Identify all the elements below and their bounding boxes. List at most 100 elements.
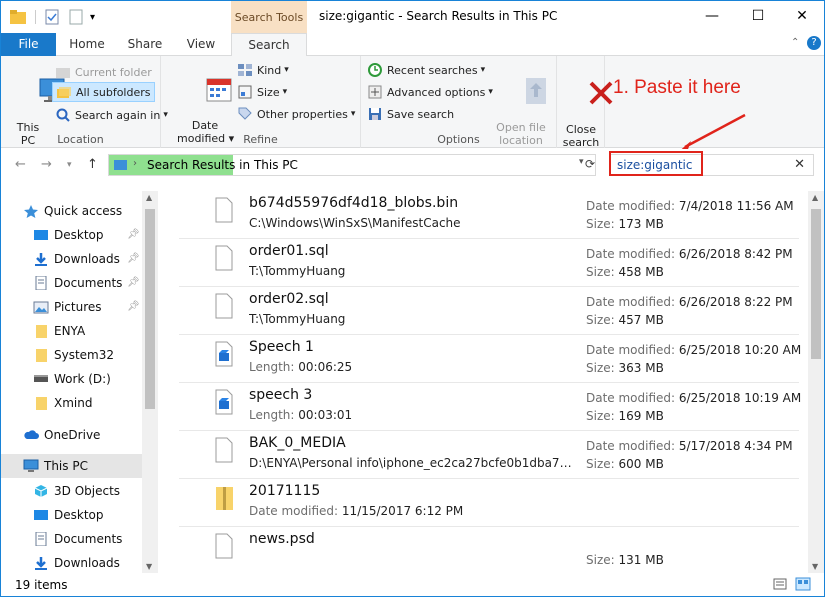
file-size: Size: 457 MB	[586, 313, 664, 327]
save-icon	[369, 108, 381, 120]
location-group-label: Location	[57, 133, 104, 146]
large-icons-view-icon[interactable]	[795, 577, 811, 591]
results-scroll-thumb[interactable]	[811, 209, 821, 359]
sidebar-scroll-thumb[interactable]	[145, 209, 155, 409]
new-folder-icon[interactable]	[68, 9, 84, 25]
pin-icon[interactable]: 📌︎	[127, 301, 140, 312]
pin-icon[interactable]: 📌︎	[127, 253, 140, 264]
chevron-down-icon: ▾	[282, 87, 288, 97]
details-view-icon[interactable]	[773, 578, 787, 590]
list-item[interactable]: Speech 1 Length: 00:06:25 Date modified:…	[179, 335, 801, 383]
scroll-down-icon[interactable]: ▼	[146, 562, 152, 571]
file-location: T:\TommyHuang	[249, 264, 346, 278]
scroll-up-icon[interactable]: ▲	[812, 193, 818, 202]
clear-search-icon[interactable]: ✕	[794, 157, 805, 172]
search-again-button[interactable]: Search again in ▾	[55, 107, 168, 123]
all-subfolders-button[interactable]: All subfolders	[52, 82, 156, 102]
minimize-button[interactable]: —	[689, 1, 735, 33]
list-item[interactable]: news.psd Size: 131 MB	[179, 527, 799, 573]
tab-search[interactable]: Search	[231, 33, 307, 57]
help-icon[interactable]: ?	[807, 36, 821, 50]
back-button[interactable]: ←	[15, 157, 26, 172]
zip-folder-icon	[216, 487, 233, 510]
explorer-window: ▾ Search Tools size:gigantic - Search Re…	[0, 0, 825, 597]
list-item[interactable]: BAK_0_MEDIA D:\ENYA\Personal info\iphone…	[179, 431, 799, 479]
kind-icon	[238, 64, 252, 76]
ribbon-collapse-icon[interactable]: ⌃	[791, 37, 799, 48]
recent-searches-button[interactable]: Recent searches ▾	[367, 62, 485, 78]
download-icon	[33, 556, 49, 570]
sidebar-item-label: Work (D:)	[54, 372, 111, 386]
sidebar-item-label: ENYA	[54, 324, 86, 338]
sidebar-item-label: Desktop	[54, 508, 104, 522]
breadcrumb-chevron-icon: ›	[289, 158, 293, 169]
sidebar-item-label: Documents	[54, 532, 123, 546]
list-item[interactable]: order01.sql T:\TommyHuang Date modified:…	[179, 239, 799, 287]
documents-icon	[33, 531, 49, 547]
file-size: Size: 131 MB	[586, 553, 664, 567]
file-date: Date modified: 6/25/2018 10:19 AM	[586, 391, 802, 405]
file-name: 20171115	[249, 483, 321, 499]
list-item[interactable]: 20171115 Date modified: 11/15/2017 6:12 …	[179, 479, 799, 527]
file-name: BAK_0_MEDIA	[249, 435, 346, 451]
address-dropdown-icon[interactable]: ▾	[579, 157, 584, 167]
documents-icon	[33, 275, 49, 291]
chevron-down-icon: ▾	[284, 65, 289, 75]
folder-icon	[33, 324, 49, 338]
calendar-icon	[206, 78, 232, 102]
tab-view[interactable]: View	[176, 33, 226, 56]
size-button[interactable]: Size ▾	[237, 84, 287, 100]
address-bar[interactable]: › Search Results in This PC › ▾	[108, 154, 596, 176]
tab-file[interactable]: File	[1, 33, 56, 56]
location-group: This PC Current folder All subfolders Se…	[1, 56, 168, 148]
folder-icon	[33, 396, 49, 410]
close-button[interactable]: ✕	[779, 1, 825, 33]
forward-button[interactable]: →	[41, 157, 52, 172]
pin-icon[interactable]: 📌︎	[127, 229, 140, 240]
file-icon	[215, 245, 233, 271]
sidebar-item-label: Desktop	[54, 228, 104, 242]
up-button[interactable]: ↑	[87, 157, 98, 172]
refresh-icon[interactable]: ⟳	[585, 157, 595, 171]
close-icon	[589, 81, 613, 105]
search-again-label: Search again in	[75, 108, 161, 122]
tab-home[interactable]: Home	[61, 33, 113, 56]
scroll-up-icon[interactable]: ▲	[146, 193, 152, 202]
window-title: size:gigantic - Search Results in This P…	[319, 9, 558, 23]
annotation-text: 1. Paste it here	[613, 77, 741, 98]
file-location: D:\ENYA\Personal info\iphone_ec2ca27bcfe…	[249, 456, 579, 470]
cube-icon	[33, 484, 49, 498]
pin-icon[interactable]: 📌︎	[127, 277, 140, 288]
other-properties-button[interactable]: Other properties ▾	[237, 106, 355, 122]
list-item[interactable]: b674d55976df4d18_blobs.bin C:\Windows\Wi…	[179, 191, 799, 239]
file-length: Length: 00:03:01	[249, 408, 353, 422]
kind-button[interactable]: Kind ▾	[237, 62, 289, 78]
list-item[interactable]: speech 3 Length: 00:03:01 Date modified:…	[179, 383, 802, 431]
breadcrumb-chevron-icon: ›	[133, 158, 137, 169]
tab-share[interactable]: Share	[119, 33, 171, 56]
file-date: Date modified: 6/26/2018 8:22 PM	[586, 295, 793, 309]
recent-locations-button[interactable]: ▾	[67, 160, 72, 170]
file-name: news.psd	[249, 531, 315, 547]
sidebar-item-label: 3D Objects	[54, 484, 121, 498]
other-properties-label: Other properties	[257, 107, 348, 121]
results-scrollbar[interactable]: ▲ ▼	[808, 191, 824, 573]
properties-icon[interactable]	[44, 9, 60, 25]
list-item[interactable]: order02.sql T:\TommyHuang Date modified:…	[179, 287, 799, 335]
advanced-options-button[interactable]: Advanced options ▾	[367, 84, 493, 100]
kind-label: Kind	[257, 63, 282, 77]
open-location-icon	[525, 78, 546, 104]
sidebar-item-label: Pictures	[54, 300, 102, 314]
file-icon	[215, 437, 233, 463]
maximize-button[interactable]: ☐	[735, 1, 781, 33]
customize-dropdown-icon[interactable]: ▾	[90, 12, 95, 23]
sidebar-item-this-pc[interactable]: This PC	[1, 454, 143, 478]
save-search-button[interactable]: Save search	[367, 106, 454, 122]
scroll-down-icon[interactable]: ▼	[812, 562, 818, 571]
current-folder-button[interactable]: Current folder	[55, 64, 152, 80]
size-icon	[238, 85, 252, 99]
breadcrumb[interactable]: Search Results in This PC	[147, 158, 298, 172]
sidebar-scrollbar[interactable]: ▲ ▼	[142, 191, 158, 573]
search-results-icon	[114, 160, 127, 170]
close-search-group: Close search	[557, 56, 613, 149]
